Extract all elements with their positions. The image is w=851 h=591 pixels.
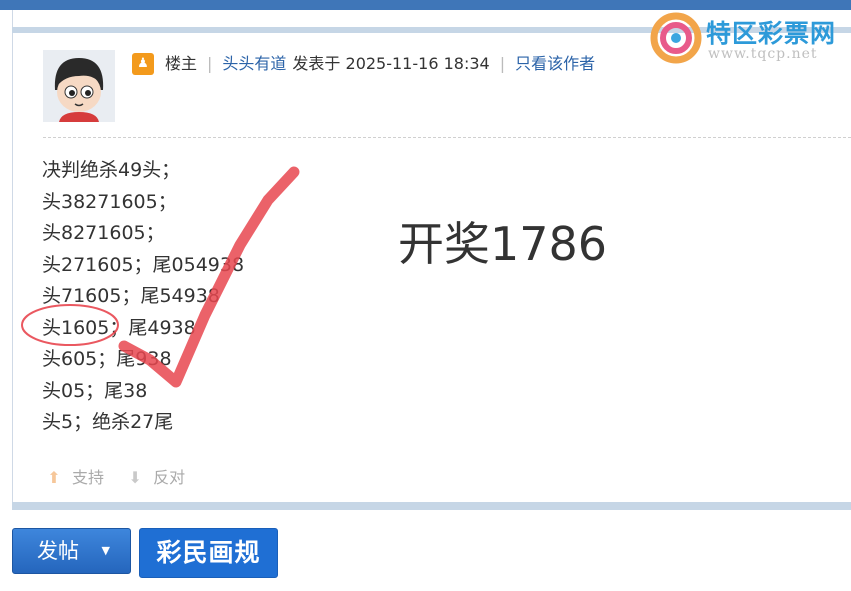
meta-separator: | xyxy=(207,54,213,73)
post-footer-rule xyxy=(12,502,851,510)
lottery-rules-button[interactable]: 彩民画规 xyxy=(139,528,278,578)
chevron-down-icon: ▼ xyxy=(101,544,110,557)
thumbs-down-icon: ⬇ xyxy=(128,468,142,487)
meta-divider xyxy=(43,137,851,138)
content-line: 头8271605； xyxy=(42,222,165,244)
avatar-image xyxy=(43,50,115,122)
lottery-rules-label: 彩民画规 xyxy=(156,538,261,567)
top-nav-bar xyxy=(0,0,851,10)
user-badge-icon: ♟ xyxy=(132,53,154,75)
content-line: 头05；尾38 xyxy=(42,379,148,402)
content-line: 头5；绝杀27尾 xyxy=(42,411,174,433)
oppose-action[interactable]: ⬇ 反对 xyxy=(123,466,185,490)
support-label: 支持 xyxy=(72,468,105,487)
meta-separator: | xyxy=(499,54,506,73)
support-action[interactable]: ⬆ 支持 xyxy=(42,466,104,490)
content-line: 决判绝杀49头； xyxy=(42,159,181,181)
content-line: 头1605；尾4938 xyxy=(42,316,196,339)
post-actions: ⬆ 支持 ⬇ 反对 xyxy=(42,466,199,490)
author-link[interactable]: 头头有道 xyxy=(222,54,286,73)
post-time: 发表于 2025-11-16 18:34 xyxy=(292,54,490,73)
post-meta: 楼主 | 头头有道 发表于 2025-11-16 18:34 | 只看该作者 xyxy=(165,53,595,75)
post-content: 决判绝杀49头； 头38271605； 头8271605； 头271605；尾0… xyxy=(42,155,342,439)
new-post-button[interactable]: 发帖 ▼ xyxy=(12,528,131,574)
content-line: 头271605；尾054938 xyxy=(42,253,245,276)
draw-result-text: 开奖1786 xyxy=(398,217,608,271)
content-line: 头38271605； xyxy=(42,190,177,213)
content-line: 头605；尾938 xyxy=(42,348,172,370)
watermark-url: www.tqcp.net xyxy=(708,46,818,62)
content-line: 头71605；尾54938 xyxy=(42,285,220,307)
watermark-brand: 特区彩票网 xyxy=(706,19,837,48)
thumbs-up-icon: ⬆ xyxy=(47,468,61,487)
owner-label: 楼主 xyxy=(165,54,198,73)
site-watermark-logo: 特区彩票网 www.tqcp.net xyxy=(648,10,848,68)
new-post-label: 发帖 xyxy=(37,539,79,563)
only-author-link[interactable]: 只看该作者 xyxy=(515,54,595,73)
logo-swirl-icon xyxy=(650,12,702,64)
oppose-label: 反对 xyxy=(153,468,186,487)
avatar[interactable] xyxy=(43,50,115,122)
